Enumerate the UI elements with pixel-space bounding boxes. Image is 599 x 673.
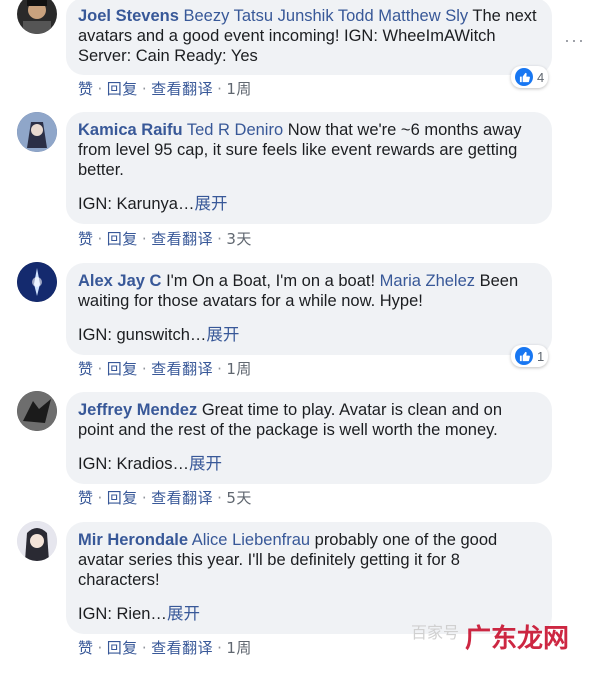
like-link[interactable]: 赞 <box>78 360 94 378</box>
comment-bubble: Alex Jay C I'm On a Boat, I'm on a boat!… <box>66 263 552 355</box>
like-link[interactable]: 赞 <box>78 639 94 657</box>
timestamp[interactable]: 5天 <box>226 489 252 507</box>
avatar[interactable] <box>17 521 57 561</box>
timestamp[interactable]: 1周 <box>226 639 252 657</box>
like-link[interactable]: 赞 <box>78 489 94 507</box>
comment-author[interactable]: Joel Stevens <box>78 7 179 25</box>
reply-link[interactable]: 回复 <box>107 360 138 378</box>
comment-bubble: Kamica Raifu Ted R Deniro Now that we're… <box>66 112 552 224</box>
tagged-users[interactable]: Beezy Tatsu Junshik Todd Matthew Sly <box>183 7 468 25</box>
comment-author[interactable]: Jeffrey Mendez <box>78 401 197 419</box>
ign-text: IGN: gunswitch… <box>78 326 207 344</box>
avatar[interactable] <box>17 0 57 34</box>
avatar[interactable] <box>17 262 57 302</box>
reaction-count[interactable]: 4 <box>511 66 549 88</box>
comment-author[interactable]: Kamica Raifu <box>78 121 183 139</box>
thumbs-up-icon <box>515 68 533 86</box>
timestamp[interactable]: 1周 <box>226 360 252 378</box>
comment-actions: 赞 · 回复 · 查看翻译 · 1周 <box>78 639 252 657</box>
comment-author[interactable]: Mir Herondale <box>78 531 188 549</box>
see-more-link[interactable]: 展开 <box>189 455 222 473</box>
comment-text: I'm On a Boat, I'm on a boat! <box>166 272 376 290</box>
avatar[interactable] <box>17 391 57 431</box>
translate-link[interactable]: 查看翻译 <box>151 80 213 98</box>
comment-bubble: Jeffrey Mendez Great time to play. Avata… <box>66 392 552 484</box>
comment-actions: 赞 · 回复 · 查看翻译 · 1周 <box>78 80 252 98</box>
comment-actions: 赞 · 回复 · 查看翻译 · 1周 <box>78 360 252 378</box>
avatar[interactable] <box>17 112 57 152</box>
faint-watermark: 百家号 <box>410 623 459 642</box>
more-options-icon[interactable]: ··· <box>564 30 585 51</box>
tagged-users[interactable]: Ted R Deniro <box>187 121 283 139</box>
reaction-number: 1 <box>537 348 545 364</box>
translate-link[interactable]: 查看翻译 <box>151 489 213 507</box>
comment-bubble: Joel Stevens Beezy Tatsu Junshik Todd Ma… <box>66 0 552 75</box>
timestamp[interactable]: 3天 <box>226 230 252 248</box>
comment-actions: 赞 · 回复 · 查看翻译 · 3天 <box>78 230 252 248</box>
timestamp[interactable]: 1周 <box>226 80 252 98</box>
reply-link[interactable]: 回复 <box>107 80 138 98</box>
translate-link[interactable]: 查看翻译 <box>151 230 213 248</box>
see-more-link[interactable]: 展开 <box>206 326 239 344</box>
reply-link[interactable]: 回复 <box>107 489 138 507</box>
comment-actions: 赞 · 回复 · 查看翻译 · 5天 <box>78 489 252 507</box>
site-watermark: 广东龙网 <box>464 624 569 654</box>
comment-author[interactable]: Alex Jay C <box>78 272 161 290</box>
translate-link[interactable]: 查看翻译 <box>151 639 213 657</box>
reaction-number: 4 <box>537 69 545 85</box>
tagged-users[interactable]: Maria Zhelez <box>380 272 475 290</box>
like-link[interactable]: 赞 <box>78 80 94 98</box>
see-more-link[interactable]: 展开 <box>194 195 227 213</box>
see-more-link[interactable]: 展开 <box>167 605 200 623</box>
translate-link[interactable]: 查看翻译 <box>151 360 213 378</box>
reaction-count[interactable]: 1 <box>511 345 549 367</box>
ign-text: IGN: Karunya… <box>78 195 195 213</box>
reply-link[interactable]: 回复 <box>107 230 138 248</box>
ign-text: IGN: Kradios… <box>78 455 189 473</box>
ign-text: IGN: Rien… <box>78 605 167 623</box>
tagged-users[interactable]: Alice Liebenfrau <box>192 531 310 549</box>
reply-link[interactable]: 回复 <box>107 639 138 657</box>
like-link[interactable]: 赞 <box>78 230 94 248</box>
thumbs-up-icon <box>515 347 533 365</box>
